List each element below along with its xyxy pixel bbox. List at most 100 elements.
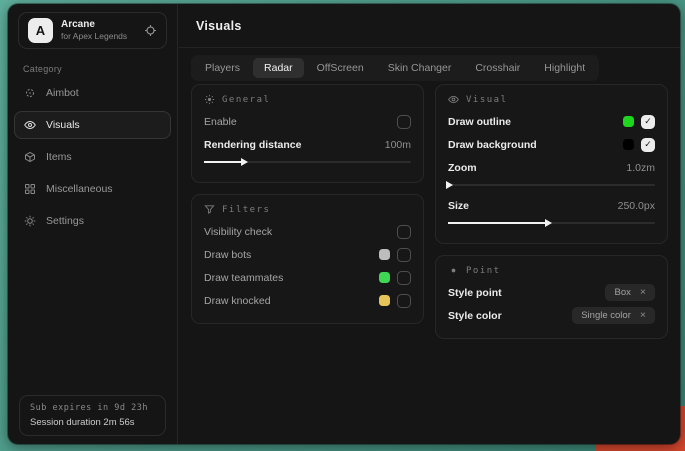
aimbot-crosshair-icon [24,87,36,99]
app-logo: A [28,18,53,43]
close-icon[interactable]: × [640,287,646,298]
draw-bots-checkbox[interactable] [397,248,411,262]
setting-label: Draw bots [204,249,251,261]
card-title-label: Visual [466,95,508,105]
sidebar-nav: Aimbot Visuals Items [8,79,177,235]
setting-label: Draw knocked [204,295,271,307]
draw-teammates-checkbox[interactable] [397,271,411,285]
close-icon[interactable]: × [640,310,646,321]
app-window: A Arcane for Apex Legends Category [8,4,680,444]
session-duration-text: Session duration 2m 56s [30,417,155,428]
setting-row-draw-bots: Draw bots [204,243,411,266]
setting-label: Draw teammates [204,272,283,284]
style-color-value: Single color [581,310,631,321]
content-left-column: General Enable Rendering distance 100m [191,84,424,324]
row-controls [379,271,411,285]
setting-row-style-point: Style point Box × [448,281,655,304]
row-controls [379,294,411,308]
style-point-value: Box [614,287,630,298]
sidebar-item-settings[interactable]: Settings [14,207,171,235]
eye-icon [448,94,459,105]
card-filters-header: Filters [204,204,411,215]
card-point: Point Style point Box × Style color Sing… [435,255,668,339]
sidebar-item-aimbot[interactable]: Aimbot [14,79,171,107]
card-title-label: General [222,95,270,105]
app-logo-card: A Arcane for Apex Legends [18,12,167,49]
main-panel: Visuals Players Radar OffScreen Skin Cha… [179,4,680,444]
draw-knocked-checkbox[interactable] [397,294,411,308]
sidebar-category-label: Category [23,64,177,74]
zoom-value: 1.0zm [626,162,655,174]
setting-row-zoom: Zoom 1.0zm [448,156,655,179]
setting-label: Draw background [448,139,537,151]
sidebar-item-label: Miscellaneous [46,183,113,195]
eye-icon [24,119,36,131]
setting-label: Draw outline [448,116,511,128]
check-icon: ✓ [644,117,652,126]
setting-label: Visibility check [204,226,272,238]
crosshair-icon [144,24,157,37]
draw-teammates-color-swatch[interactable] [379,272,390,283]
setting-row-rendering-distance: Rendering distance 100m [204,133,411,156]
card-general-header: General [204,94,411,105]
card-point-header: Point [448,265,655,276]
setting-label: Rendering distance [204,139,301,151]
setting-row-style-color: Style color Single color × [448,304,655,327]
tab-crosshair[interactable]: Crosshair [464,58,531,78]
app-subtitle: for Apex Legends [61,32,127,41]
draw-background-checkbox[interactable]: ✓ [641,138,655,152]
subscription-status-card: Sub expires in 9d 23h Session duration 2… [19,395,166,436]
card-title-label: Filters [222,205,270,215]
slider-handle[interactable] [545,219,552,227]
draw-outline-checkbox[interactable]: ✓ [641,115,655,129]
size-slider[interactable] [448,218,655,228]
main-header: Visuals [179,4,680,48]
tab-radar[interactable]: Radar [253,58,304,78]
sidebar-item-items[interactable]: Items [14,143,171,171]
slider-fill [204,161,243,163]
sidebar-item-miscellaneous[interactable]: Miscellaneous [14,175,171,203]
tab-highlight[interactable]: Highlight [533,58,596,78]
rendering-distance-slider[interactable] [204,157,411,167]
sidebar-item-label: Aimbot [46,87,79,99]
sidebar-item-visuals[interactable]: Visuals [14,111,171,139]
sidebar-item-label: Visuals [46,119,80,131]
zoom-slider[interactable] [448,180,655,190]
check-icon: ✓ [644,140,652,149]
dot-icon [448,265,459,276]
tab-skin-changer[interactable]: Skin Changer [377,58,463,78]
draw-outline-color-swatch[interactable] [623,116,634,127]
draw-knocked-color-swatch[interactable] [379,295,390,306]
slider-handle[interactable] [446,181,453,189]
setting-label: Style color [448,310,502,322]
app-title-block: Arcane for Apex Legends [61,20,127,41]
sidebar-item-label: Items [46,151,72,163]
visibility-check-checkbox[interactable] [397,225,411,239]
setting-label: Size [448,200,469,212]
setting-row-draw-background: Draw background ✓ [448,133,655,156]
setting-label: Enable [204,116,237,128]
style-color-select[interactable]: Single color × [572,307,655,324]
setting-row-draw-teammates: Draw teammates [204,266,411,289]
tab-offscreen[interactable]: OffScreen [306,58,375,78]
row-controls: ✓ [623,115,655,129]
card-visual-header: Visual [448,94,655,105]
slider-track [448,184,655,186]
grid-icon [24,183,36,195]
setting-label: Style point [448,287,502,299]
sidebar: A Arcane for Apex Legends Category [8,4,178,444]
box-icon [24,151,36,163]
draw-background-color-swatch[interactable] [623,139,634,150]
draw-bots-color-swatch[interactable] [379,249,390,260]
sub-expiry-text: Sub expires in 9d 23h [30,403,155,413]
style-point-select[interactable]: Box × [605,284,655,301]
slider-handle[interactable] [241,158,248,166]
row-controls: ✓ [623,138,655,152]
card-general: General Enable Rendering distance 100m [191,84,424,183]
sidebar-item-label: Settings [46,215,84,227]
setting-row-draw-knocked: Draw knocked [204,289,411,312]
content-right-column: Visual Draw outline ✓ Draw background [435,84,668,339]
setting-label: Zoom [448,162,477,174]
enable-checkbox[interactable] [397,115,411,129]
tab-players[interactable]: Players [194,58,251,78]
